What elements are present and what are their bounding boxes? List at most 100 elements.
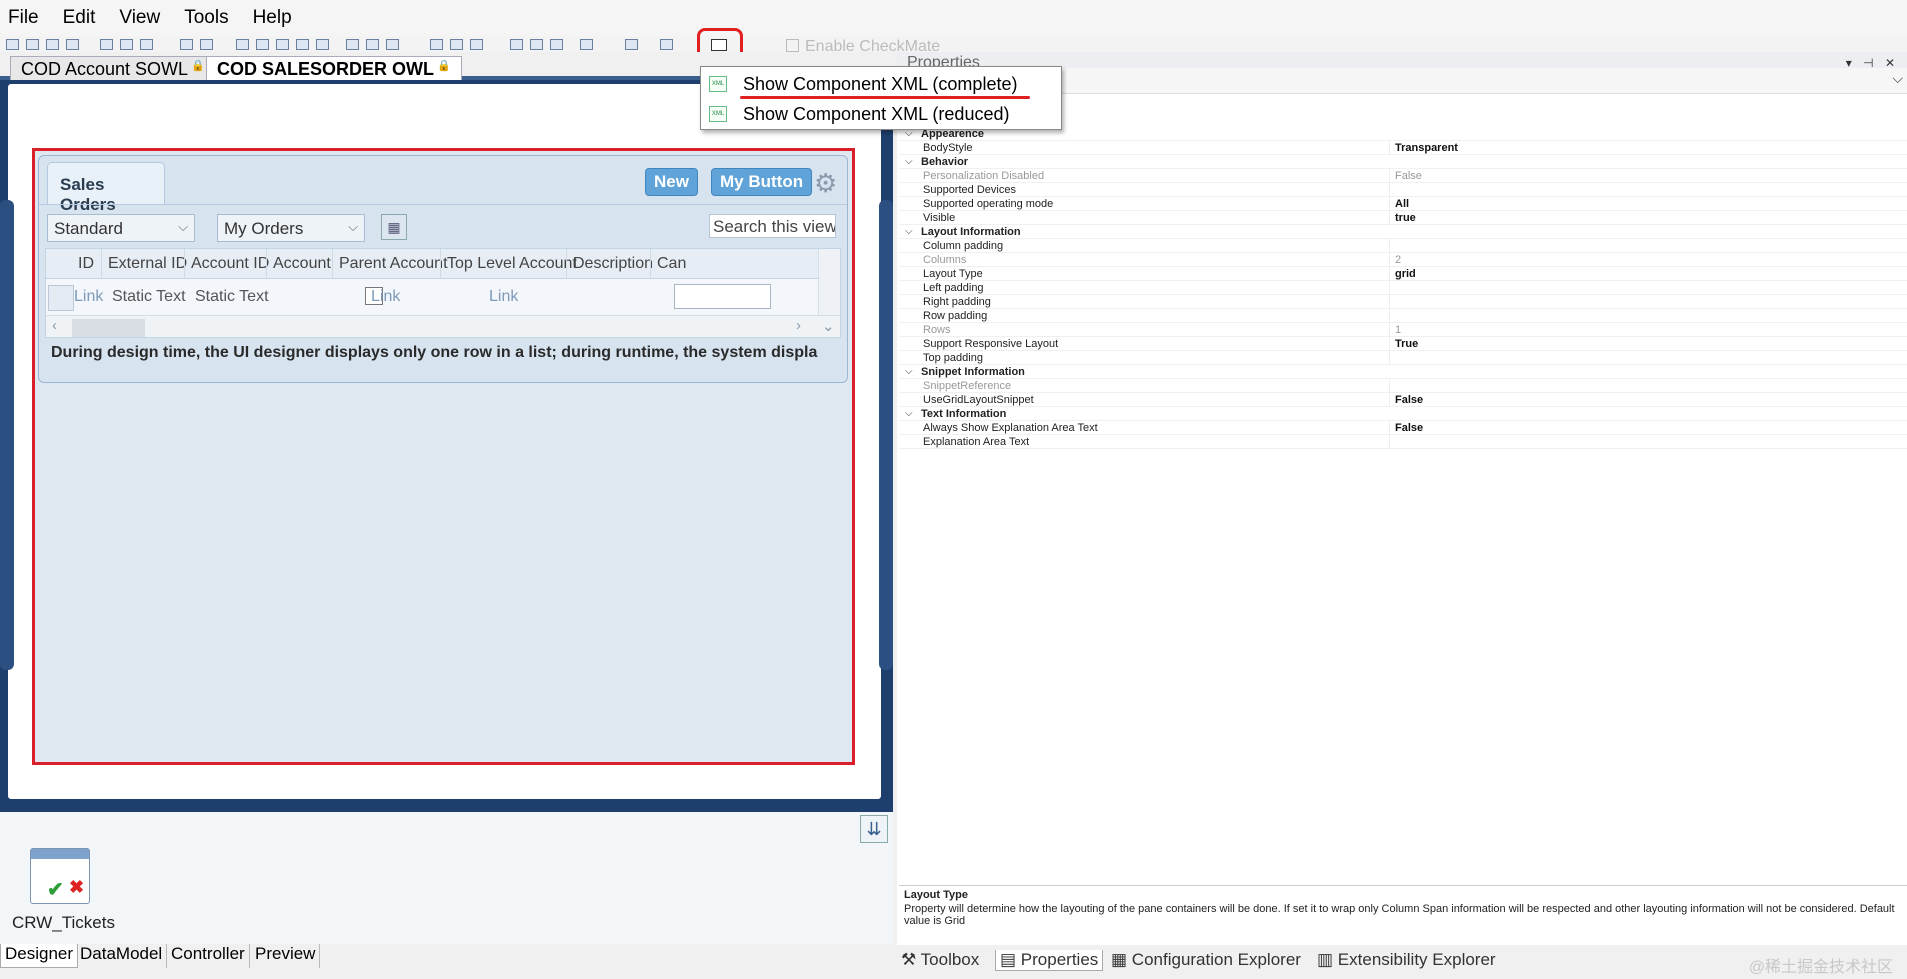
- property-row[interactable]: Columns 2: [899, 253, 1907, 267]
- row-selector[interactable]: [48, 285, 74, 311]
- property-value[interactable]: true: [1395, 211, 1416, 225]
- menu-file[interactable]: File: [8, 7, 39, 29]
- collapse-chevron-icon[interactable]: ⌵: [905, 365, 913, 379]
- property-category[interactable]: ⌵ Layout Information: [899, 225, 1907, 239]
- copy-icon[interactable]: [120, 39, 133, 50]
- tab-designer[interactable]: Designer: [0, 944, 79, 968]
- property-value[interactable]: 1: [1395, 323, 1401, 337]
- cell-top-level-account-link[interactable]: Link: [489, 288, 518, 306]
- chevron-left-icon[interactable]: ‹: [52, 317, 57, 334]
- orders-select[interactable]: My Orders ⌵: [217, 214, 365, 242]
- search-input[interactable]: Search this view: [709, 214, 836, 238]
- folder-icon[interactable]: [236, 39, 249, 50]
- undo-icon[interactable]: [180, 39, 193, 50]
- tab-extensibility-explorer[interactable]: ▥ Extensibility Explorer: [1317, 950, 1496, 970]
- col-id[interactable]: ID: [78, 255, 94, 273]
- book-icon[interactable]: [430, 39, 443, 50]
- property-row[interactable]: Visible true: [899, 211, 1907, 225]
- save-all-icon[interactable]: [66, 39, 79, 50]
- cell-id-link[interactable]: Link: [74, 288, 103, 306]
- paste-icon[interactable]: [140, 39, 153, 50]
- property-value[interactable]: False: [1395, 421, 1423, 435]
- tab-properties[interactable]: ▤ Properties: [995, 950, 1104, 971]
- property-row[interactable]: Top padding: [899, 351, 1907, 365]
- view-icon[interactable]: [386, 39, 399, 50]
- clock-icon[interactable]: [366, 39, 379, 50]
- sales-orders-pane[interactable]: Sales Orders New My Button ⚙ Standard ⌵ …: [38, 155, 848, 383]
- grid-icon[interactable]: [276, 39, 289, 50]
- property-value[interactable]: False: [1395, 169, 1422, 183]
- tab-datamodel[interactable]: DataModel: [76, 944, 168, 968]
- property-category[interactable]: ⌵ Behavior: [899, 155, 1907, 169]
- property-row[interactable]: UseGridLayoutSnippet False: [899, 393, 1907, 407]
- property-value[interactable]: True: [1395, 337, 1418, 351]
- tab-cod-salesorder-owl[interactable]: COD SALESORDER OWL 🔒: [206, 56, 462, 80]
- menu-help[interactable]: Help: [253, 7, 292, 29]
- check-icon[interactable]: [470, 39, 483, 50]
- document-icon[interactable]: [625, 39, 638, 50]
- property-value[interactable]: 2: [1395, 253, 1401, 267]
- col-parent-account[interactable]: Parent Account: [339, 255, 448, 273]
- property-row[interactable]: Explanation Area Text: [899, 435, 1907, 449]
- property-value[interactable]: grid: [1395, 267, 1416, 281]
- vertical-scrollbar[interactable]: [818, 249, 840, 315]
- gear-icon[interactable]: ⚙: [814, 170, 840, 196]
- col-can[interactable]: Can: [657, 255, 686, 273]
- collapse-chevron-icon[interactable]: ⌵: [905, 225, 913, 239]
- collapse-chevron-icon[interactable]: ⌵: [905, 407, 913, 421]
- window-icon[interactable]: [296, 39, 309, 50]
- col-account-id[interactable]: Account ID: [191, 255, 269, 273]
- property-row[interactable]: Always Show Explanation Area Text False: [899, 421, 1907, 435]
- cell-parent-account-link[interactable]: Link: [371, 288, 400, 306]
- tab-preview[interactable]: Preview: [251, 944, 321, 968]
- horizontal-scrollbar[interactable]: ‹ › ⌄: [46, 315, 840, 337]
- tab-cod-account-sowl[interactable]: COD Account SOWL 🔒: [10, 56, 216, 80]
- refresh-icon[interactable]: [450, 39, 463, 50]
- tools-icon[interactable]: [346, 39, 359, 50]
- chevron-down-icon[interactable]: ⌄: [822, 317, 835, 335]
- col-account[interactable]: Account: [273, 255, 331, 273]
- col-description[interactable]: Description: [573, 255, 653, 273]
- col-top-level-account[interactable]: Top Level Account: [447, 255, 577, 273]
- property-row[interactable]: Layout Type grid: [899, 267, 1907, 281]
- flow-icon[interactable]: [660, 39, 673, 50]
- export-icon[interactable]: ▦: [381, 214, 407, 240]
- menu-item-show-xml-complete[interactable]: XML Show Component XML (complete): [701, 69, 1061, 99]
- property-row[interactable]: Supported operating mode All: [899, 197, 1907, 211]
- tab-controller[interactable]: Controller: [167, 944, 250, 968]
- scroll-thumb[interactable]: [72, 319, 145, 337]
- property-value[interactable]: False: [1395, 393, 1423, 407]
- new-button[interactable]: New: [645, 168, 698, 196]
- property-row[interactable]: SnippetReference: [899, 379, 1907, 393]
- property-row[interactable]: Right padding: [899, 295, 1907, 309]
- collapse-icon[interactable]: ⇊: [860, 815, 888, 843]
- table-row[interactable]: Link Static Text Static Text Link Link: [46, 279, 840, 315]
- pin-icon[interactable]: ▾ ⊣ ✕: [1846, 52, 1899, 68]
- menu-view[interactable]: View: [119, 7, 160, 29]
- tab-sales-orders[interactable]: Sales Orders: [47, 162, 165, 214]
- property-row[interactable]: Support Responsive Layout True: [899, 337, 1907, 351]
- open-icon[interactable]: [26, 39, 39, 50]
- my-button[interactable]: My Button: [711, 168, 813, 196]
- description-input[interactable]: [674, 284, 771, 309]
- property-row[interactable]: Column padding: [899, 239, 1907, 253]
- layout-icon[interactable]: [256, 39, 269, 50]
- tab-configuration-explorer[interactable]: ▦ Configuration Explorer: [1111, 950, 1301, 970]
- property-row[interactable]: Supported Devices: [899, 183, 1907, 197]
- property-value[interactable]: Transparent: [1395, 141, 1458, 155]
- columns-icon[interactable]: [580, 39, 593, 50]
- crw-tickets-icon[interactable]: ✔ ✖: [30, 848, 90, 904]
- property-category[interactable]: ⌵ Snippet Information: [899, 365, 1907, 379]
- crw-tickets-label[interactable]: CRW_Tickets: [12, 913, 115, 933]
- menu-item-show-xml-reduced[interactable]: XML Show Component XML (reduced): [701, 99, 1061, 129]
- tab-toolbox[interactable]: ⚒ Toolbox: [901, 950, 979, 970]
- chevron-down-icon[interactable]: ⌵: [1892, 70, 1903, 87]
- save-icon[interactable]: [46, 39, 59, 50]
- checkmate-checkbox[interactable]: [786, 39, 799, 52]
- col-external-id[interactable]: External ID: [108, 255, 187, 273]
- property-row[interactable]: Left padding: [899, 281, 1907, 295]
- table-icon[interactable]: [550, 39, 563, 50]
- property-row[interactable]: Rows 1: [899, 323, 1907, 337]
- menu-tools[interactable]: Tools: [184, 7, 228, 29]
- property-row[interactable]: Row padding: [899, 309, 1907, 323]
